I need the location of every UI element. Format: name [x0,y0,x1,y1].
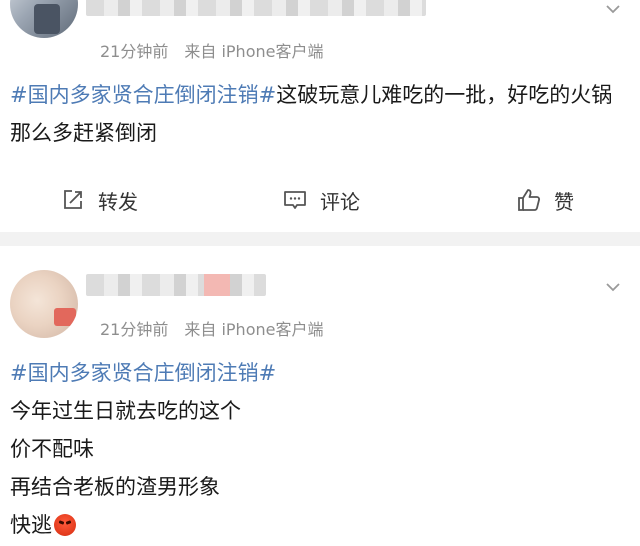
like-button[interactable]: 赞 [516,180,574,220]
comment-button[interactable]: 评论 [282,180,360,220]
comment-label: 评论 [320,189,360,214]
post-line: 快逃 [10,513,52,537]
chevron-down-icon[interactable] [604,0,622,18]
avatar[interactable] [10,270,78,338]
post-time: 21分钟前 [100,42,169,61]
post-meta: 21分钟前 来自 iPhone客户端 [100,38,323,62]
username-blurred[interactable] [86,274,266,296]
post-text: #国内多家贤合庄倒闭注销# 今年过生日就去吃的这个 价不配味 再结合老板的渣男形… [10,354,626,544]
like-label: 赞 [554,189,574,214]
share-label: 转发 [98,189,138,214]
username-blurred[interactable] [86,0,426,16]
weibo-post-2: 21分钟前 来自 iPhone客户端 #国内多家贤合庄倒闭注销# 今年过生日就去吃… [0,246,640,546]
comment-icon [284,191,306,209]
avatar[interactable] [10,0,78,38]
share-icon [64,190,82,209]
post-line: 价不配味 [10,437,94,461]
chevron-down-icon[interactable] [604,278,622,296]
post-line: 再结合老板的渣男形象 [10,475,220,499]
post-source: 来自 iPhone客户端 [184,42,324,61]
post-divider [0,232,640,246]
hashtag-link[interactable]: #国内多家贤合庄倒闭注销# [10,361,276,385]
post-text: #国内多家贤合庄倒闭注销#这破玩意儿难吃的一批，好吃的火锅那么多赶紧倒闭 [10,76,626,152]
thumbs-up-icon [518,189,541,211]
share-button[interactable]: 转发 [60,180,138,220]
post-meta: 21分钟前 来自 iPhone客户端 [100,316,323,340]
post-time: 21分钟前 [100,320,169,339]
post-line: 今年过生日就去吃的这个 [10,399,241,423]
post-source: 来自 iPhone客户端 [184,320,324,339]
angry-face-emoji [54,514,76,536]
weibo-post-1: 21分钟前 来自 iPhone客户端 #国内多家贤合庄倒闭注销#这破玩意儿难吃的一… [0,0,640,232]
hashtag-link[interactable]: #国内多家贤合庄倒闭注销# [10,83,276,107]
action-bar: 转发 评论 赞 [0,180,640,220]
